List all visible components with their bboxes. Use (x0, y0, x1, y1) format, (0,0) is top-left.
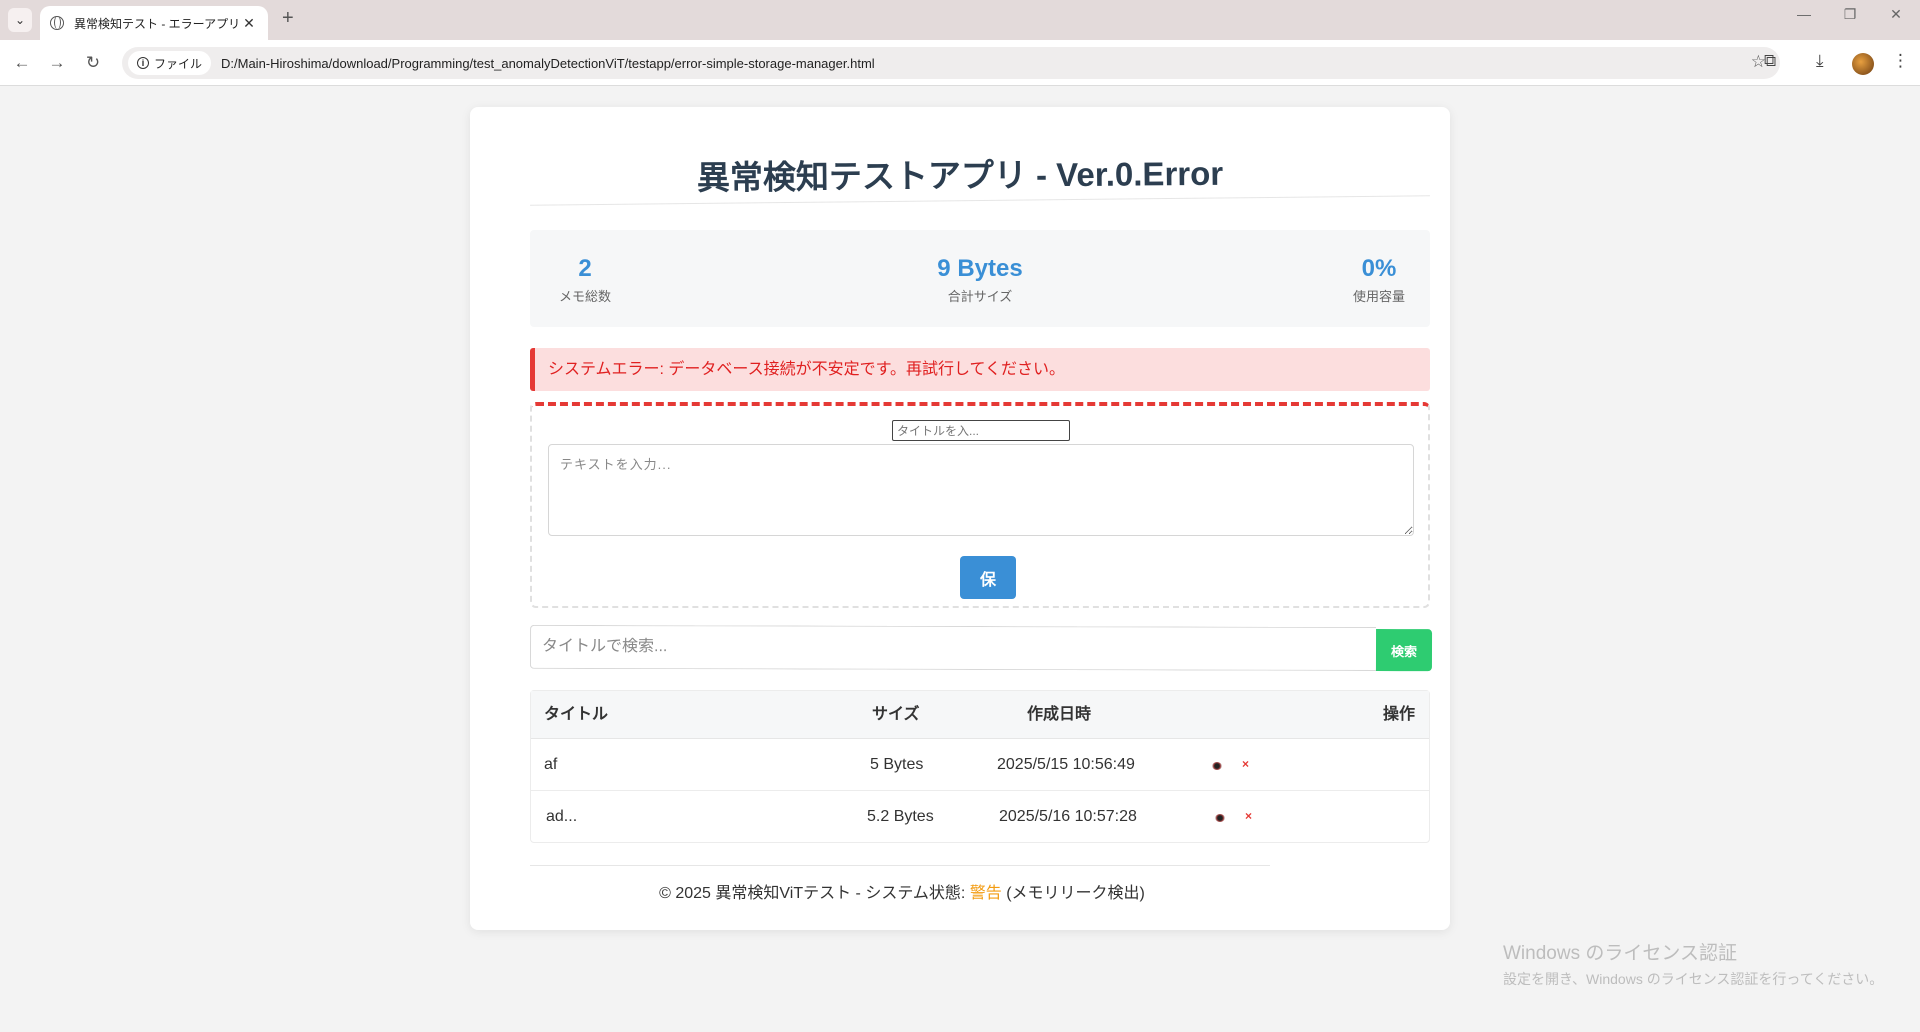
header-size: サイズ (872, 706, 920, 723)
delete-icon[interactable]: × (1242, 757, 1249, 771)
usage-label: 使用容量 (1352, 289, 1405, 304)
row-title[interactable]: af (544, 739, 557, 791)
delete-icon[interactable]: × (1245, 809, 1252, 823)
text-input[interactable] (548, 444, 1414, 536)
watermark-line1: Windows のライセンス認証 (1503, 943, 1737, 964)
chip-label: ファイル (154, 56, 203, 71)
row-title[interactable]: ad... (546, 791, 577, 843)
memo-count-label: メモ総数 (558, 289, 611, 304)
stat-memo-count: 2 メモ総数 (550, 255, 620, 305)
memo-count-value: 2 (578, 255, 592, 282)
windows-activation-watermark: Windows のライセンス認証 設定を開き、Windows のライセンス認証を… (1503, 938, 1883, 989)
header-created: 作成日時 (1027, 706, 1092, 723)
table-row: ad... 5.2 Bytes 2025/5/16 10:57:28 × (531, 791, 1429, 843)
search-button[interactable]: 検索 (1375, 629, 1433, 672)
url-text[interactable]: D:/Main-Hiroshima/download/Programming/t… (221, 56, 875, 71)
header-title: タイトル (544, 706, 609, 723)
app-container: 異常検知テストアプリ - Ver.0.Error 2 メモ総数 9 Bytes … (470, 107, 1450, 930)
table-row: af 5 Bytes 2025/5/15 10:56:49 × (531, 739, 1429, 791)
footer-status: 警告 (969, 885, 1002, 902)
reload-icon[interactable]: ↻ (80, 50, 106, 76)
search-input[interactable] (529, 624, 1377, 672)
row-size: 5 Bytes (870, 756, 924, 773)
title-input[interactable] (892, 420, 1070, 441)
total-size-label: 合計サイズ (947, 289, 1013, 304)
info-icon: i (137, 57, 149, 69)
minimize-icon[interactable]: — (1784, 6, 1824, 22)
tab-close-icon[interactable]: ✕ (240, 15, 258, 32)
browser-tab-bar: ⌄ 異常検知テスト - エラーアプリ ✕ + — ❐ ✕ (0, 0, 1920, 40)
footer-suffix: (メモリリーク検出) (1001, 885, 1145, 902)
forward-icon[interactable]: → (44, 50, 70, 76)
address-bar[interactable]: i ファイル D:/Main-Hiroshima/download/Progra… (122, 47, 1780, 79)
profile-avatar[interactable] (1852, 53, 1874, 75)
close-window-icon[interactable]: ✕ (1876, 6, 1916, 23)
view-eye-icon[interactable] (1215, 814, 1225, 822)
tab-title: 異常検知テスト - エラーアプリ (74, 16, 240, 31)
site-info-chip[interactable]: i ファイル (128, 51, 212, 75)
page-title: 異常検知テストアプリ - Ver.0.Error (696, 154, 1224, 197)
footer: © 2025 異常検知ViTテスト - システム状態: 警告 (メモリリーク検出… (470, 879, 1450, 903)
total-size-value: 9 Bytes (937, 255, 1023, 282)
tab-menu-icon[interactable]: ⌄ (8, 8, 32, 32)
stats-panel: 2 メモ総数 9 Bytes 合計サイズ 0% 使用容量 (530, 230, 1430, 327)
save-button[interactable]: 保 (960, 556, 1016, 599)
error-alert: システムエラー: データベース接続が不安定です。再試行してください。 (530, 348, 1430, 391)
table-header: タイトル サイズ 作成日時 操作 (531, 691, 1429, 739)
memo-form: 保 (530, 402, 1430, 608)
footer-prefix: © 2025 異常検知ViTテスト - システム状態: (659, 885, 970, 902)
stat-usage: 0% 使用容量 (1344, 255, 1414, 305)
row-size: 5.2 Bytes (867, 808, 934, 825)
memo-table: タイトル サイズ 作成日時 操作 af 5 Bytes 2025/5/15 10… (530, 690, 1430, 843)
stat-total-size: 9 Bytes 合計サイズ (920, 255, 1040, 305)
back-icon[interactable]: ← (9, 50, 35, 76)
restore-icon[interactable]: ❐ (1830, 6, 1870, 23)
usage-value: 0% (1361, 255, 1397, 282)
header-actions: 操作 (1383, 706, 1416, 723)
footer-divider (530, 865, 1270, 866)
extensions-icon[interactable]: ⧉ (1764, 51, 1776, 71)
row-created: 2025/5/15 10:56:49 (997, 756, 1135, 773)
download-icon[interactable]: ⤓ (1816, 51, 1824, 71)
globe-icon (50, 16, 64, 30)
row-created: 2025/5/16 10:57:28 (999, 808, 1137, 825)
view-eye-icon[interactable] (1212, 762, 1222, 770)
more-icon[interactable]: ⋮ (1892, 51, 1909, 71)
search-bar: 検索 (529, 624, 1433, 673)
browser-toolbar: ← → ↻ i ファイル D:/Main-Hiroshima/download/… (0, 40, 1920, 86)
new-tab-button[interactable]: + (282, 7, 294, 30)
browser-tab[interactable]: 異常検知テスト - エラーアプリ ✕ (40, 6, 268, 40)
watermark-line2: 設定を開き、Windows のライセンス認証を行ってください。 (1503, 971, 1884, 987)
